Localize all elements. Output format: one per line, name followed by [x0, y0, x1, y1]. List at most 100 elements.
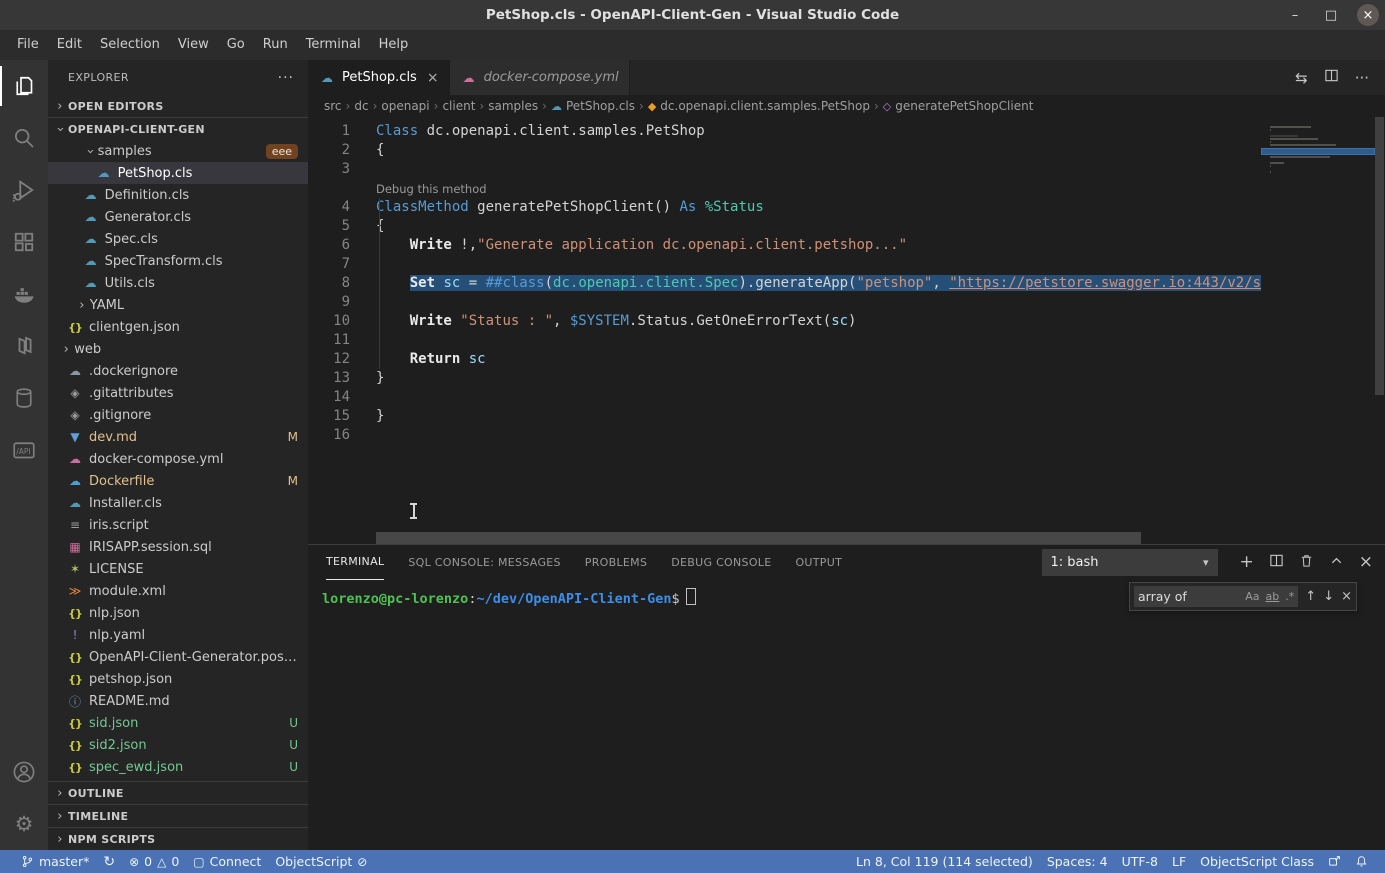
git-branch-item[interactable]: master*	[14, 850, 96, 873]
breadcrumb-item[interactable]: client	[442, 99, 475, 113]
tree-item-generator-cls[interactable]: ☁Generator.cls	[48, 206, 308, 228]
tab-close-icon[interactable]: ×	[427, 70, 439, 86]
search-icon[interactable]	[0, 112, 48, 164]
maximize-button[interactable]: □	[1321, 8, 1341, 23]
account-icon[interactable]	[0, 746, 48, 798]
find-close-icon[interactable]: ×	[1341, 589, 1352, 604]
more-actions-icon[interactable]: ···	[1355, 69, 1369, 87]
tree-item-utils-cls[interactable]: ☁Utils.cls	[48, 272, 308, 294]
tree-item-sid2-json[interactable]: {}sid2.jsonU	[48, 734, 308, 756]
tree-item-module-xml[interactable]: ≫module.xml	[48, 580, 308, 602]
breadcrumb-item[interactable]: src	[324, 99, 342, 113]
tree-item-readme-md[interactable]: ⓘREADME.md	[48, 690, 308, 712]
minimize-button[interactable]: –	[1285, 8, 1305, 23]
match-case-icon[interactable]: Aa	[1245, 590, 1259, 603]
sidebar-section-npm-scripts[interactable]: ›NPM SCRIPTS	[48, 827, 308, 850]
sidebar-more-actions-icon[interactable]: ···	[278, 70, 294, 86]
open-changes-icon[interactable]: ⇆	[1295, 69, 1308, 87]
split-terminal-icon[interactable]	[1269, 553, 1284, 572]
kill-terminal-icon[interactable]	[1299, 553, 1314, 572]
tree-item-samples[interactable]: ›sampleseee	[48, 140, 308, 162]
objectscript-item[interactable]: ObjectScript ⊘	[268, 850, 374, 873]
menu-edit[interactable]: Edit	[48, 30, 91, 60]
regex-icon[interactable]: .*	[1285, 590, 1294, 603]
menu-go[interactable]: Go	[218, 30, 254, 60]
code-line-15[interactable]: 15}	[308, 407, 1262, 426]
tree-item-petshop-cls[interactable]: ☁PetShop.cls	[48, 162, 308, 184]
language-mode-item[interactable]: ObjectScript Class	[1193, 850, 1321, 873]
settings-gear-icon[interactable]: ⚙	[0, 798, 48, 850]
tree-item-irisapp-session-sql[interactable]: ▦IRISAPP.session.sql	[48, 536, 308, 558]
sync-item[interactable]: ↻	[96, 850, 122, 873]
whole-word-icon[interactable]: ab	[1266, 590, 1280, 603]
run-debug-icon[interactable]	[0, 164, 48, 216]
terminal-shell-select[interactable]: 1: bash ▾	[1042, 549, 1218, 576]
codelens-debug-this-method[interactable]: Debug this method	[308, 179, 1262, 198]
code-line-7[interactable]: 7	[308, 255, 1262, 274]
close-panel-icon[interactable]: ×	[1359, 554, 1373, 571]
tree-item-sid-json[interactable]: {}sid.jsonU	[48, 712, 308, 734]
breadcrumb-item[interactable]: samples	[488, 99, 538, 113]
menu-selection[interactable]: Selection	[91, 30, 169, 60]
code-line-14[interactable]: 14	[308, 388, 1262, 407]
connect-item[interactable]: ▢ Connect	[186, 850, 268, 873]
feedback-item[interactable]	[1321, 850, 1348, 873]
editor-tab-docker-compose-yml[interactable]: ☁docker-compose.yml	[450, 60, 630, 95]
breadcrumb-item[interactable]: ☁PetShop.cls	[551, 99, 635, 113]
code-line-5[interactable]: 5{	[308, 217, 1262, 236]
tree-item-definition-cls[interactable]: ☁Definition.cls	[48, 184, 308, 206]
open-editors-section[interactable]: › OPEN EDITORS	[48, 95, 308, 118]
code-line-8[interactable]: 8 Set sc = ##class(dc.openapi.client.Spe…	[308, 274, 1262, 293]
tree-item-petshop-json[interactable]: {}petshop.json	[48, 668, 308, 690]
find-previous-icon[interactable]: ↑	[1305, 589, 1316, 604]
tree-item--gitignore[interactable]: ◈.gitignore	[48, 404, 308, 426]
maximize-panel-icon[interactable]	[1329, 553, 1344, 572]
code-line-4[interactable]: 4ClassMethod generatePetShopClient() As …	[308, 198, 1262, 217]
code-line-16[interactable]: 16	[308, 426, 1262, 445]
horizontal-scrollbar[interactable]	[376, 532, 1141, 544]
panel-tab-terminal[interactable]: TERMINAL	[326, 545, 384, 580]
code-line-11[interactable]: 11	[308, 331, 1262, 350]
menu-run[interactable]: Run	[254, 30, 297, 60]
objectscript-extension-icon[interactable]	[0, 320, 48, 372]
breadcrumb-item[interactable]: dc	[354, 99, 368, 113]
problems-item[interactable]: ⊗0 △0	[122, 850, 186, 873]
code-line-1[interactable]: 1Class dc.openapi.client.samples.PetShop	[308, 122, 1262, 141]
breadcrumb-item[interactable]: ◇generatePetShopClient	[883, 99, 1034, 113]
sidebar-section-outline[interactable]: ›OUTLINE	[48, 781, 308, 804]
database-icon[interactable]	[0, 372, 48, 424]
tree-item-iris-script[interactable]: ≡iris.script	[48, 514, 308, 536]
editor-tab-petshop-cls[interactable]: ☁PetShop.cls×	[308, 60, 450, 95]
close-button[interactable]: ×	[1357, 4, 1379, 26]
encoding-item[interactable]: UTF-8	[1115, 850, 1165, 873]
find-next-icon[interactable]: ↓	[1323, 589, 1334, 604]
tree-item-dev-md[interactable]: ▼dev.mdM	[48, 426, 308, 448]
sidebar-section-timeline[interactable]: ›TIMELINE	[48, 804, 308, 827]
cursor-position-item[interactable]: Ln 8, Col 119 (114 selected)	[849, 850, 1040, 873]
tree-item-clientgen-json[interactable]: {}clientgen.json	[48, 316, 308, 338]
tree-item-spectransform-cls[interactable]: ☁SpecTransform.cls	[48, 250, 308, 272]
tree-item-openapi-client-generator-postman-[interactable]: {}OpenAPI-Client-Generator.postman…	[48, 646, 308, 668]
tree-item-yaml[interactable]: ›YAML	[48, 294, 308, 316]
code-line-10[interactable]: 10 Write "Status : ", $SYSTEM.Status.Get…	[308, 312, 1262, 331]
code-line-6[interactable]: 6 Write !,"Generate application dc.opena…	[308, 236, 1262, 255]
code-line-13[interactable]: 13}	[308, 369, 1262, 388]
extensions-icon[interactable]	[0, 216, 48, 268]
indentation-item[interactable]: Spaces: 4	[1040, 850, 1115, 873]
tree-item-dockerfile[interactable]: ☁DockerfileM	[48, 470, 308, 492]
minimap[interactable]	[1262, 117, 1374, 544]
code-line-9[interactable]: 9	[308, 293, 1262, 312]
new-terminal-icon[interactable]: +	[1240, 554, 1254, 571]
rest-api-icon[interactable]: /API	[0, 424, 48, 476]
split-editor-icon[interactable]	[1324, 68, 1339, 87]
tree-item-installer-cls[interactable]: ☁Installer.cls	[48, 492, 308, 514]
menu-file[interactable]: File	[8, 30, 48, 60]
code-line-12[interactable]: 12 Return sc	[308, 350, 1262, 369]
find-query[interactable]: array of	[1138, 589, 1239, 604]
code-line-2[interactable]: 2{	[308, 141, 1262, 160]
vertical-scrollbar-slider[interactable]	[1375, 117, 1384, 395]
breadcrumb-item[interactable]: openapi	[381, 99, 429, 113]
tree-item-nlp-yaml[interactable]: !nlp.yaml	[48, 624, 308, 646]
tree-item--gitattributes[interactable]: ◈.gitattributes	[48, 382, 308, 404]
panel-tab-problems[interactable]: PROBLEMS	[585, 546, 647, 580]
